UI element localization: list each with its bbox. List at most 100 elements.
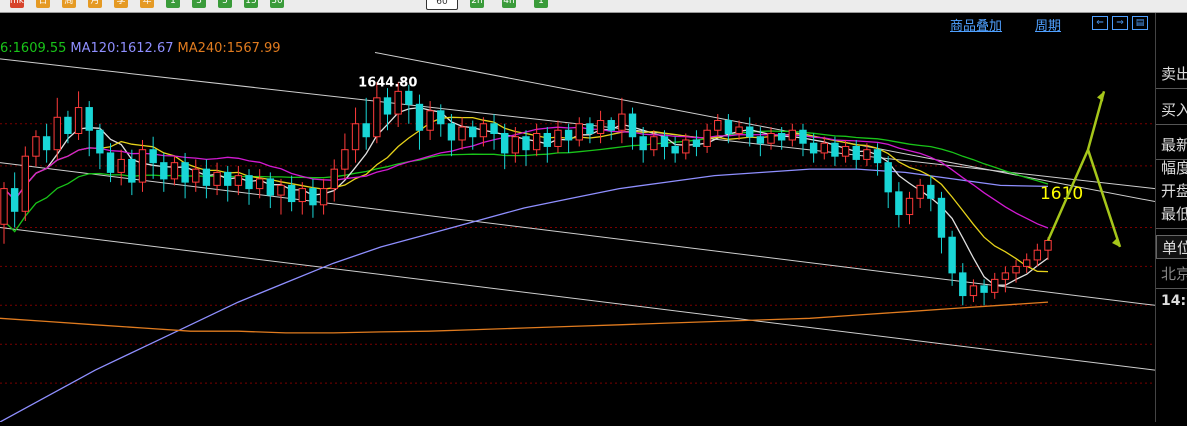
candle-body bbox=[820, 142, 828, 154]
quote-panel: 卖出买入最新幅度开盘最低单位北京 14: bbox=[1155, 13, 1187, 422]
candle-body bbox=[458, 126, 466, 141]
period-button[interactable]: 4h bbox=[502, 0, 516, 8]
candle-body bbox=[777, 132, 786, 141]
candle-body bbox=[948, 236, 956, 274]
candle-body bbox=[895, 191, 903, 216]
period-toolbar: mk 日 周 月 季 年 1 3 5 15 30 60 2h 4h 1 bbox=[0, 0, 1187, 13]
candle-body bbox=[160, 162, 168, 180]
quote-label: 单位 bbox=[1156, 235, 1187, 259]
candle-body bbox=[447, 123, 456, 141]
quote-label: 最低 bbox=[1161, 205, 1187, 223]
candle-body bbox=[841, 145, 850, 157]
candle-body bbox=[1033, 249, 1042, 261]
candle-body bbox=[746, 126, 754, 138]
candle-body bbox=[85, 107, 93, 131]
candle-body bbox=[1044, 239, 1052, 251]
candle-body bbox=[564, 129, 573, 141]
period-button[interactable]: 30 bbox=[270, 0, 284, 8]
candle-body bbox=[703, 129, 711, 147]
quote-label: 买入 bbox=[1161, 101, 1187, 119]
forecast-down-arrow bbox=[1086, 149, 1122, 248]
quote-label: 开盘 bbox=[1161, 182, 1187, 200]
kline-chart[interactable]: 1644.80 1610 bbox=[0, 13, 1156, 423]
quote-label: 北京 bbox=[1161, 265, 1187, 283]
nav-right-icon[interactable]: ⇒ bbox=[1112, 16, 1128, 30]
candle-body bbox=[330, 168, 338, 190]
candle-body bbox=[394, 90, 402, 115]
candle-body bbox=[234, 175, 243, 186]
candle-body bbox=[682, 139, 690, 154]
candle-body bbox=[149, 149, 157, 164]
candle-body bbox=[213, 171, 221, 186]
quote-label: 卖出 bbox=[1161, 65, 1187, 83]
candle-body bbox=[596, 120, 605, 134]
panel-separator bbox=[1156, 88, 1187, 89]
candle-body bbox=[607, 120, 615, 131]
candle-body bbox=[245, 175, 253, 190]
candle-body bbox=[277, 184, 285, 196]
ma-legend-item: MA120:1612.67 bbox=[70, 41, 174, 56]
candle-body bbox=[959, 272, 967, 297]
candle-body bbox=[671, 145, 679, 154]
candle-body bbox=[767, 132, 775, 144]
candle-body bbox=[852, 145, 860, 160]
ma240-line bbox=[0, 301, 1049, 334]
candle-body bbox=[1022, 259, 1031, 267]
candle-body bbox=[575, 123, 583, 141]
period-button[interactable]: 2h bbox=[470, 0, 484, 8]
period-button[interactable]: 1 bbox=[166, 0, 180, 8]
period-button[interactable]: 季 bbox=[114, 0, 128, 8]
chart-svg: 1644.80 1610 bbox=[0, 51, 1156, 423]
candle-body bbox=[74, 107, 83, 134]
candle-body bbox=[639, 136, 647, 151]
candle-body bbox=[916, 184, 924, 199]
candle-body bbox=[863, 149, 871, 160]
period-button[interactable]: 月 bbox=[88, 0, 102, 8]
ma-legend: 6:1609.55 MA120:1612.67 MA240:1567.99 bbox=[0, 41, 285, 56]
candle-body bbox=[500, 132, 509, 154]
layout-icon[interactable]: ▤ bbox=[1132, 16, 1148, 30]
candle-body bbox=[351, 123, 360, 151]
quote-label: 最新 bbox=[1161, 136, 1187, 154]
period-button[interactable]: 1 bbox=[534, 0, 548, 8]
candle-body bbox=[437, 110, 445, 125]
period-button[interactable]: 3 bbox=[192, 0, 206, 8]
period-button[interactable]: 年 bbox=[140, 0, 154, 8]
panel-separator bbox=[1156, 228, 1187, 229]
overlay-link[interactable]: 商品叠加 bbox=[950, 15, 1002, 34]
candle-body bbox=[543, 132, 552, 147]
price-annotation: 1610 bbox=[1040, 184, 1083, 204]
candle-body bbox=[106, 152, 115, 173]
ma-legend-item: MA240:1567.99 bbox=[177, 41, 281, 56]
candle-body bbox=[415, 103, 424, 131]
candle-body bbox=[341, 149, 349, 170]
candle-body bbox=[383, 97, 392, 115]
candle-body bbox=[181, 162, 189, 183]
candle-body bbox=[10, 188, 19, 212]
nav-left-icon[interactable]: ⇐ bbox=[1092, 16, 1108, 30]
period-button[interactable]: 日 bbox=[36, 0, 50, 8]
candle-body bbox=[991, 278, 999, 293]
period-button[interactable]: 60 bbox=[426, 0, 458, 10]
period-button[interactable]: 5 bbox=[218, 0, 232, 8]
period-button[interactable]: 周 bbox=[62, 0, 76, 8]
candle-body bbox=[831, 142, 839, 157]
quote-label: 14: bbox=[1161, 293, 1187, 309]
candle-body bbox=[362, 123, 370, 138]
candle-body bbox=[905, 197, 914, 216]
candle-body bbox=[628, 113, 637, 138]
period-link[interactable]: 周期 bbox=[1035, 15, 1061, 34]
candle-body bbox=[554, 129, 562, 147]
candle-body bbox=[426, 110, 434, 131]
candle-body bbox=[980, 285, 988, 293]
period-button[interactable]: 15 bbox=[244, 0, 258, 8]
period-button[interactable]: mk bbox=[10, 0, 24, 8]
candle-body bbox=[21, 155, 30, 212]
candle-body bbox=[309, 188, 317, 206]
candle-body bbox=[714, 120, 722, 131]
candle-body bbox=[202, 168, 211, 186]
candle-body bbox=[405, 90, 413, 105]
candle-body bbox=[287, 184, 296, 203]
candle-body bbox=[927, 184, 935, 199]
candle-body bbox=[650, 136, 658, 151]
